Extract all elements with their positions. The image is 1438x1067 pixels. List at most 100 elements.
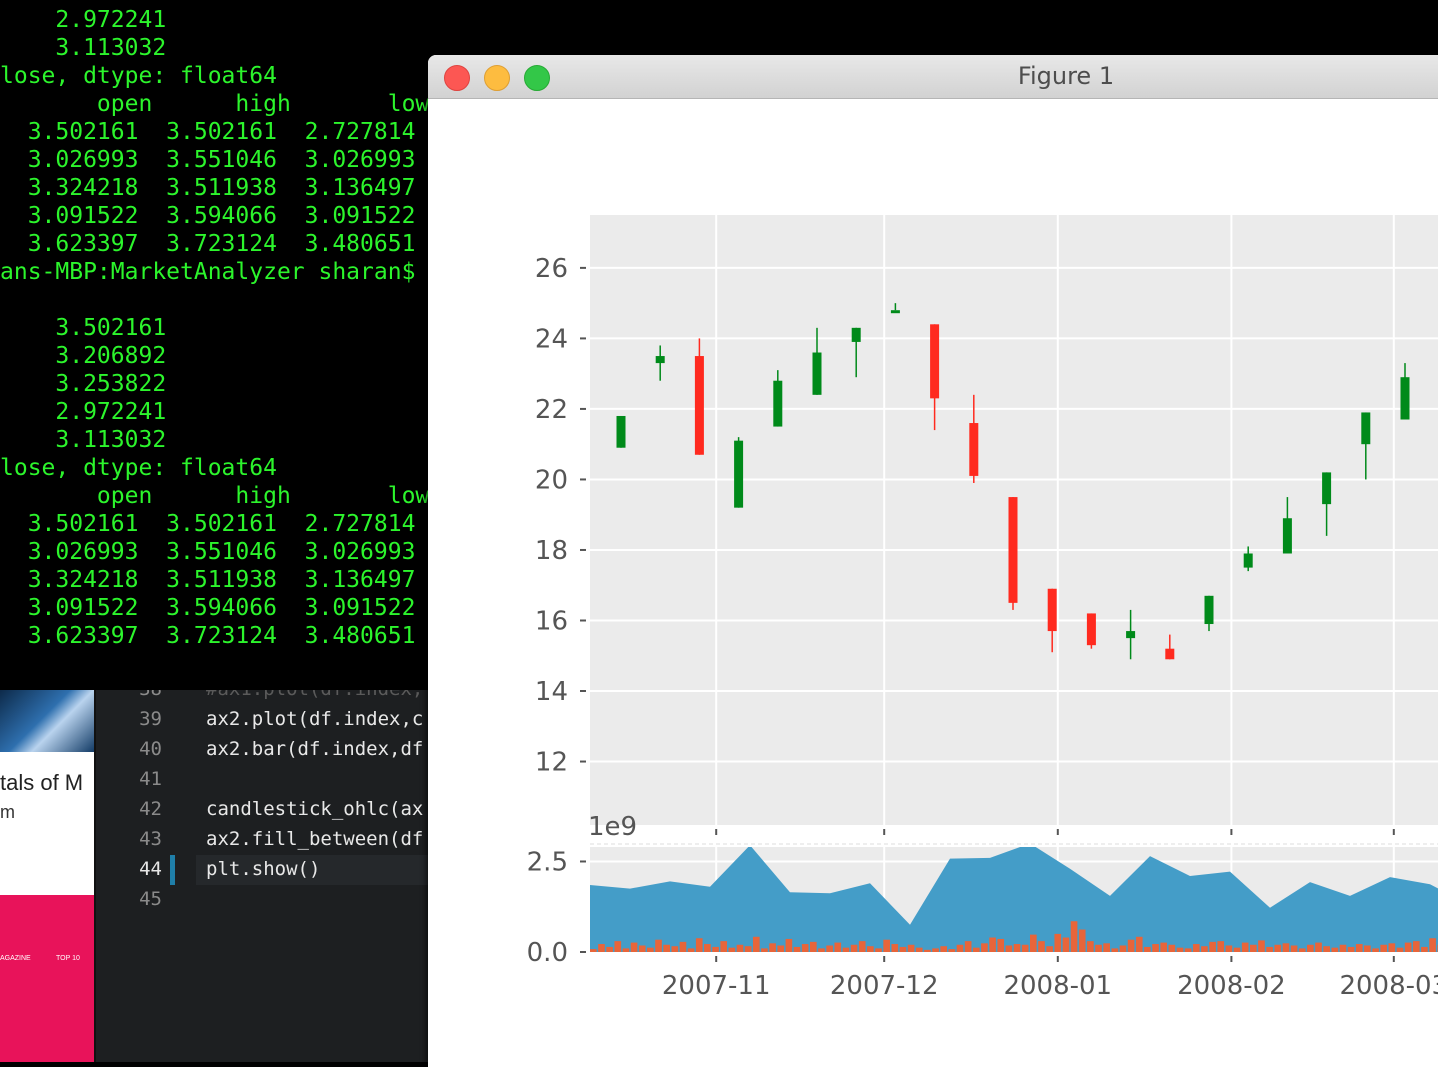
line-number: 38: [126, 690, 162, 700]
y-tick-label: 12: [535, 748, 568, 778]
volume-bar: [989, 937, 996, 952]
volume-bar: [915, 947, 923, 952]
volume-bar: [1347, 946, 1355, 952]
volume-bar: [1144, 946, 1151, 952]
code-editor[interactable]: 38 #ax1.plot(df.index, 39 ax2.plot(df.index…: [94, 690, 432, 1062]
volume-bar: [704, 944, 711, 952]
line-number: 41: [139, 768, 162, 790]
volume-bar: [1103, 943, 1110, 952]
volume-bar: [1160, 942, 1168, 952]
volume-bar: [1331, 947, 1339, 952]
article-thumbnail[interactable]: [0, 690, 94, 752]
y-tick-label: 22: [535, 395, 568, 425]
terminal-output-line: 3.324218 3.511938 3.136497: [0, 175, 416, 201]
y-tick-label: 0.0: [527, 938, 568, 968]
candle-down: [969, 423, 979, 476]
candle-up: [616, 415, 626, 448]
volume-bar: [818, 948, 825, 952]
terminal-window[interactable]: 2.972241 3.113032 lose, dtype: float64 op…: [0, 0, 430, 690]
volume-bar: [638, 945, 646, 952]
banner-label: AGAZINE: [0, 955, 31, 962]
volume-bar: [1013, 944, 1021, 952]
volume-bar: [1380, 944, 1388, 952]
volume-bar: [981, 943, 988, 952]
volume-bar: [793, 946, 801, 952]
terminal-output-line: 3.623397 3.723124 3.480651: [0, 231, 416, 257]
y-tick-label: 24: [535, 324, 568, 354]
terminal-output-line: 3.091522 3.594066 3.091522: [0, 203, 416, 229]
volume-bar: [630, 942, 638, 952]
code-line[interactable]: ax2.bar(df.index,df: [206, 738, 423, 760]
volume-bar: [810, 941, 817, 952]
volume-bar: [997, 938, 1005, 952]
volume-bar: [663, 944, 670, 952]
candle-down: [1086, 613, 1096, 646]
terminal-output-line: 3.091522 3.594066 3.091522: [0, 595, 416, 621]
volume-bar: [712, 946, 719, 952]
candle-up: [812, 352, 822, 395]
volume-bar: [614, 941, 622, 952]
candle-up: [655, 356, 665, 364]
volume-bar: [1404, 942, 1412, 952]
volume-bar: [720, 941, 728, 952]
line-number: 42: [139, 798, 162, 820]
volume-bar: [1233, 947, 1241, 952]
figure-window[interactable]: Figure 1 12 14 16 18 20 22 24 26 0.0 2.5 1e9 2007-1…: [428, 55, 1438, 1067]
volume-bar: [1111, 948, 1119, 952]
volume-bar: [1412, 941, 1420, 952]
volume-bar: [1364, 945, 1371, 952]
volume-bar: [744, 946, 752, 952]
volume-bar: [1070, 921, 1078, 952]
volume-bar: [1038, 941, 1045, 952]
volume-bar: [1282, 943, 1290, 952]
code-line[interactable]: ax2.fill_between(df: [206, 828, 423, 850]
magazine-banner[interactable]: AGAZINE TOP 10: [0, 895, 94, 1062]
candle-up: [773, 380, 783, 427]
x-tick-label: 2008-03: [1339, 971, 1438, 1001]
code-line[interactable]: ax2.plot(df.index,c: [206, 708, 423, 730]
terminal-output-line: 3.113032: [0, 427, 167, 453]
volume-bar: [1290, 945, 1298, 952]
volume-bar: [1298, 948, 1306, 952]
candle-up: [1282, 518, 1292, 554]
volume-bar: [964, 941, 972, 952]
banner-label: TOP 10: [56, 955, 80, 962]
volume-bar: [858, 941, 866, 952]
volume-bar: [972, 947, 980, 952]
article-subtitle: m: [0, 802, 15, 822]
volume-bar: [606, 946, 613, 952]
volume-bar: [1241, 942, 1249, 952]
volume-bar: [761, 948, 768, 952]
axis-scale-label: 1e9: [588, 812, 637, 842]
x-tick-label: 2007-12: [830, 971, 939, 1001]
browser-window-fragment[interactable]: tals of M m AGAZINE TOP 10: [0, 690, 94, 1062]
y-tick-label: 18: [535, 536, 568, 566]
terminal-output-line: 3.113032: [0, 35, 167, 61]
code-line[interactable]: plt.show(): [206, 858, 320, 880]
volume-bar: [826, 945, 833, 952]
volume-bar: [834, 942, 842, 952]
volume-bar: [1119, 945, 1127, 952]
y-tick-label: 16: [535, 606, 568, 636]
y-tick-label: 2.5: [527, 847, 568, 877]
volume-bar: [1225, 945, 1233, 952]
line-number: 45: [139, 888, 162, 910]
volume-bar: [769, 943, 776, 952]
article-title[interactable]: tals of M: [0, 770, 83, 796]
volume-bar: [671, 946, 679, 952]
volume-bar: [1307, 944, 1314, 952]
volume-bar: [1355, 944, 1363, 952]
x-tick-label: 2008-02: [1177, 971, 1286, 1001]
code-line[interactable]: candlestick_ohlc(ax: [206, 798, 423, 820]
code-line[interactable]: #ax1.plot(df.index,: [206, 690, 423, 700]
volume-bar: [1127, 939, 1135, 952]
volume-bar: [590, 949, 597, 952]
terminal-output-line: 3.502161 3.502161 2.727814: [0, 511, 416, 537]
volume-bar: [695, 938, 703, 952]
volume-bar: [1388, 943, 1396, 952]
volume-bar: [899, 946, 907, 952]
volume-bar: [1372, 948, 1379, 952]
terminal-output-line: open high low: [0, 483, 430, 509]
y-tick-label: 14: [535, 677, 568, 707]
volume-bar: [785, 938, 793, 952]
